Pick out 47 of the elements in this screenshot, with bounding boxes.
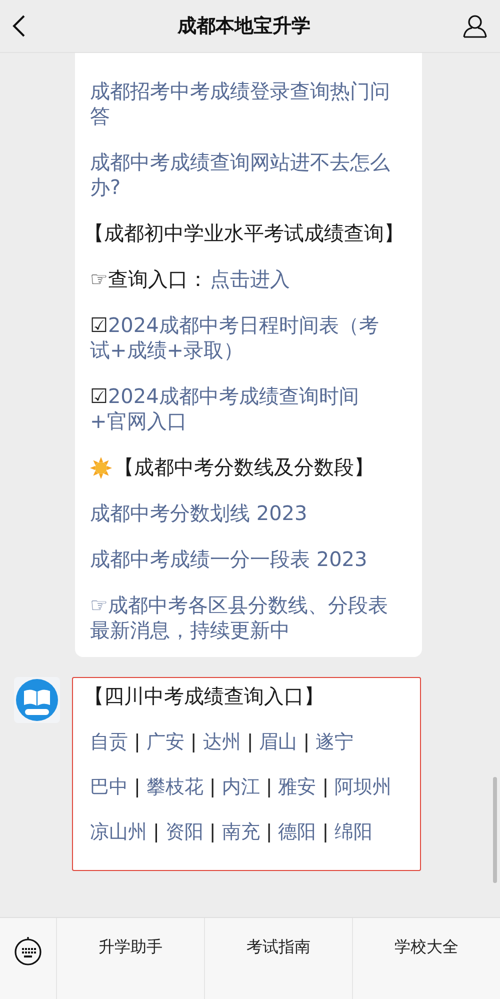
city-link[interactable]: 阿坝州: [334, 775, 392, 799]
menu-button[interactable]: 学校大全: [353, 918, 500, 999]
separator: |: [322, 775, 329, 799]
section-heading: 【成都中考分数线及分数段】: [114, 455, 374, 480]
separator: |: [209, 820, 216, 844]
separator: |: [266, 820, 272, 844]
city-link[interactable]: 眉山: [259, 730, 298, 754]
city-link[interactable]: 凉山州: [90, 820, 147, 844]
article-link[interactable]: 成都招考中考成绩登录查询热门问答: [90, 79, 394, 129]
separator: |: [246, 730, 254, 754]
city-link[interactable]: 南充: [222, 820, 260, 844]
separator: |: [153, 820, 160, 844]
separator: |: [190, 730, 197, 754]
separator: |: [209, 775, 216, 799]
city-link[interactable]: 达州: [202, 730, 241, 754]
window-title: 成都本地宝升学: [178, 14, 310, 39]
entry-label: ☞查询入口：: [90, 267, 208, 292]
article-link[interactable]: ☑2024成都中考日程时间表（考试+成绩+录取）: [90, 313, 394, 363]
city-link[interactable]: 巴中: [90, 775, 128, 799]
city-link[interactable]: 德阳: [278, 820, 316, 844]
separator: |: [303, 730, 310, 754]
article-link[interactable]: ☞成都中考各区县分数线、分段表最新消息，持续更新中: [90, 593, 394, 643]
article-link[interactable]: 成都中考成绩查询网站进不去怎么办?: [90, 150, 394, 200]
section-heading: 【成都初中学业水平考试成绩查询】: [84, 221, 405, 246]
separator: |: [134, 730, 140, 754]
city-link[interactable]: 自贡: [90, 730, 128, 754]
city-link[interactable]: 攀枝花: [146, 775, 204, 799]
back-icon[interactable]: [12, 14, 26, 38]
city-link[interactable]: 雅安: [278, 775, 316, 799]
separator: |: [266, 775, 272, 799]
menu-button[interactable]: 升学助手: [57, 918, 205, 999]
article-link[interactable]: 成都中考分数划线 2023: [90, 501, 394, 526]
city-link[interactable]: 遂宁: [316, 730, 354, 754]
keyboard-icon[interactable]: [14, 936, 42, 966]
separator: |: [322, 820, 329, 844]
section-heading: 【四川中考成绩查询入口】: [84, 684, 325, 709]
profile-icon[interactable]: [462, 13, 488, 39]
article-link[interactable]: ☑2024成都中考成绩查询时间+官网入口: [90, 384, 394, 434]
enter-link[interactable]: 点击进入: [210, 267, 290, 292]
city-link[interactable]: 广安: [146, 730, 184, 754]
menu-button[interactable]: 考试指南: [205, 918, 353, 999]
city-link[interactable]: 内江: [222, 775, 260, 799]
city-link[interactable]: 资阳: [165, 820, 204, 844]
separator: |: [134, 775, 140, 799]
article-link[interactable]: 成都中考成绩一分一段表 2023: [90, 547, 394, 572]
city-link[interactable]: 绵阳: [334, 820, 373, 844]
sun-icon: [90, 456, 112, 478]
